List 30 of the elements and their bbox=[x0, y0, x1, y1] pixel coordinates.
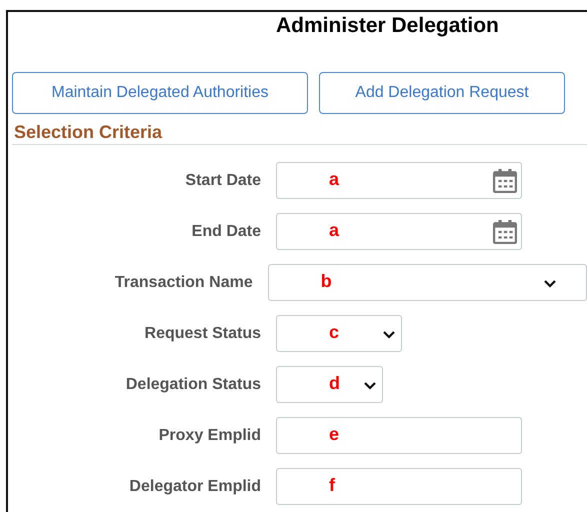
chevron-down-icon bbox=[364, 382, 376, 390]
section-heading: Selection Criteria bbox=[14, 122, 162, 142]
chevron-down-icon bbox=[383, 331, 395, 339]
field-label: Proxy Emplid bbox=[158, 426, 261, 444]
action-button[interactable]: Maintain Delegated Authorities bbox=[12, 72, 308, 114]
dropdown-field[interactable]: d bbox=[276, 366, 383, 403]
input-field[interactable]: f bbox=[276, 468, 522, 505]
annotation-letter: e bbox=[329, 424, 340, 444]
field-label: Start Date bbox=[184, 172, 261, 190]
calendar-icon bbox=[493, 220, 517, 244]
field-label: End Date bbox=[190, 222, 261, 240]
field-label: Delegation Status bbox=[124, 376, 261, 394]
annotation-letter: a bbox=[329, 220, 340, 240]
date-field[interactable]: a bbox=[276, 162, 522, 199]
date-field[interactable]: a bbox=[276, 213, 522, 250]
annotation-letter: c bbox=[329, 322, 340, 342]
action-button[interactable]: Add Delegation Request bbox=[319, 72, 565, 114]
annotation-letter: f bbox=[329, 475, 335, 495]
annotation-letter: d bbox=[329, 373, 340, 393]
annotation-letter: b bbox=[320, 271, 332, 291]
input-field[interactable]: e bbox=[276, 417, 522, 454]
field-label: Transaction Name bbox=[114, 274, 253, 292]
chevron-down-icon bbox=[544, 280, 556, 288]
annotation-letter: a bbox=[329, 169, 340, 189]
field-label: Request Status bbox=[144, 324, 261, 342]
calendar-icon bbox=[493, 169, 517, 193]
page-title: Administer Delegation bbox=[276, 13, 499, 39]
dropdown-field[interactable]: b bbox=[268, 264, 587, 301]
dropdown-field[interactable]: c bbox=[276, 315, 402, 352]
field-label: Delegator Emplid bbox=[128, 478, 261, 496]
